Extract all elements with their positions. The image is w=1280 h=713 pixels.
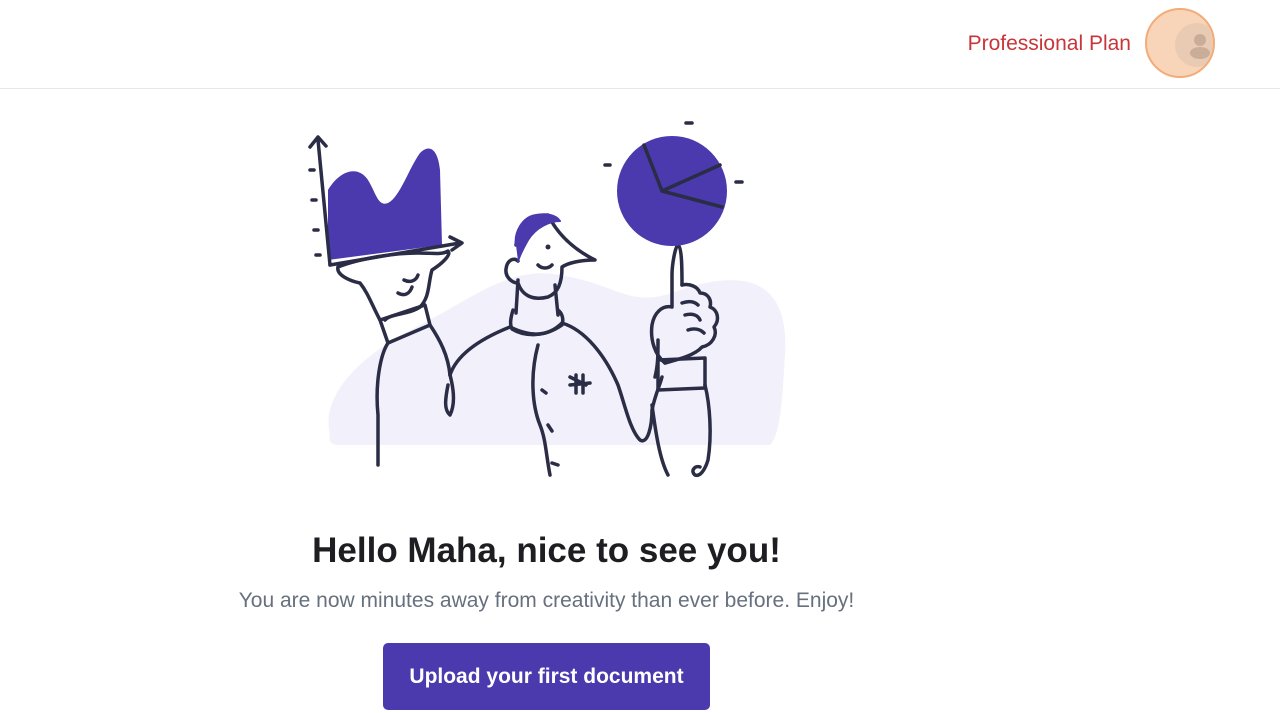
welcome-headline: Hello Maha, nice to see you! (312, 531, 781, 570)
user-avatar-icon (1175, 23, 1213, 67)
upload-first-document-button[interactable]: Upload your first document (383, 643, 710, 710)
top-bar: Professional Plan (0, 0, 1280, 89)
welcome-illustration (300, 115, 800, 490)
user-avatar[interactable] (1145, 8, 1215, 78)
plan-label[interactable]: Professional Plan (968, 31, 1131, 57)
welcome-subline: You are now minutes away from creativity… (238, 589, 855, 612)
analytics-person-illustration (308, 121, 786, 478)
